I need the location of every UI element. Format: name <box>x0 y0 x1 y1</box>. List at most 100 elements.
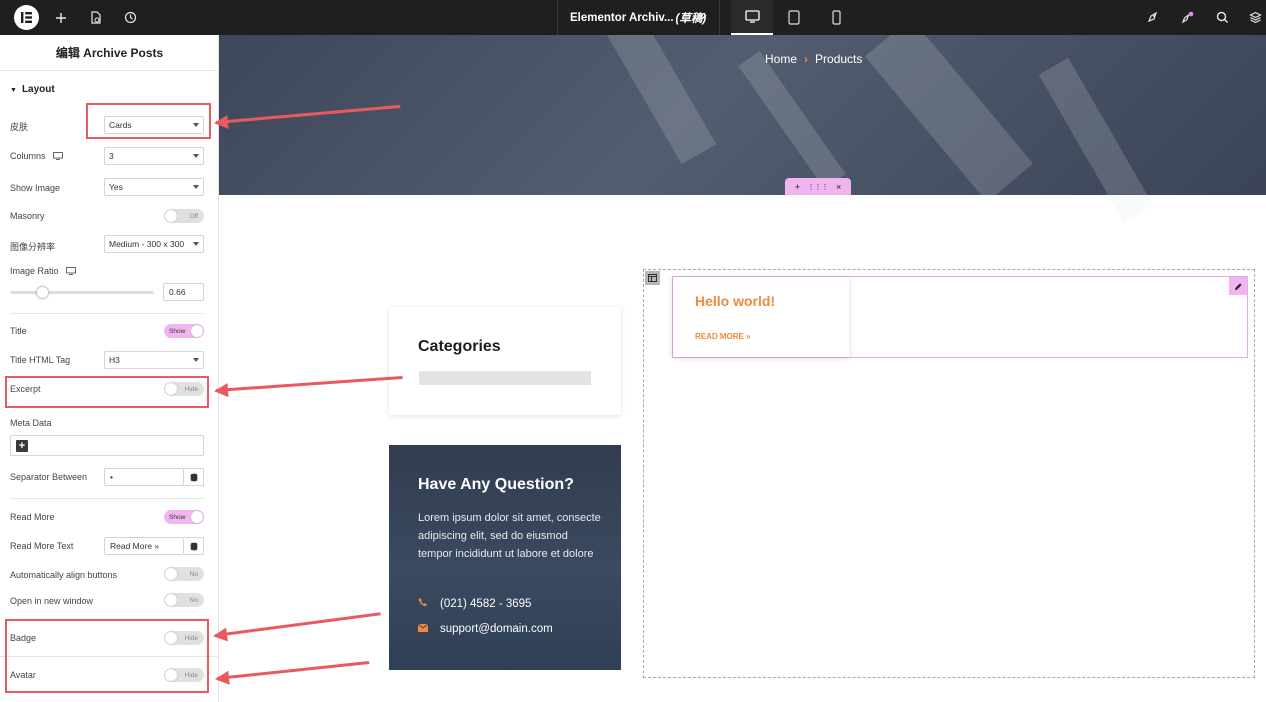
skin-label: 皮肤 <box>10 122 29 132</box>
hero-decoration <box>1038 57 1154 223</box>
breadcrumb-home[interactable]: Home <box>765 52 797 66</box>
divider <box>10 498 204 499</box>
image-resolution-select[interactable]: Medium - 300 x 300 <box>104 235 204 253</box>
masonry-state: Off <box>189 212 198 220</box>
image-ratio-input[interactable]: 0.66 <box>163 283 204 301</box>
top-bar: Elementor Archiv... (草稿) <box>0 0 1266 35</box>
post-card[interactable]: Hello world! READ MORE » <box>673 277 849 357</box>
caret-down-icon <box>193 242 199 246</box>
chevron-down-icon <box>698 12 707 24</box>
read-more-toggle[interactable]: Show <box>164 510 204 524</box>
column-handle-icon[interactable] <box>645 271 660 285</box>
columns-label-row: Columns <box>10 151 63 161</box>
masonry-label: Masonry <box>10 211 45 221</box>
show-image-value: Yes <box>109 182 123 192</box>
new-window-label: Open in new window <box>10 596 94 606</box>
divider <box>10 313 204 314</box>
post-title[interactable]: Hello world! <box>695 293 775 309</box>
meta-data-field[interactable]: + <box>10 435 204 456</box>
desktop-icon <box>65 267 76 275</box>
panel-title: 编辑 Archive Posts <box>0 35 219 71</box>
columns-value: 3 <box>109 151 114 161</box>
title-tag-label: Title HTML Tag <box>10 355 71 365</box>
skin-highlight-box <box>86 103 211 139</box>
new-window-state: No <box>189 596 198 604</box>
plus-icon[interactable] <box>50 0 72 35</box>
separator-label: Separator Between <box>10 472 88 482</box>
caret-down-icon: ▼ <box>10 87 17 94</box>
post-read-more-link[interactable]: READ MORE » <box>695 332 751 341</box>
title-toggle[interactable]: Show <box>164 324 204 338</box>
title-state: Show <box>169 327 186 335</box>
read-more-text-input[interactable]: Read More » <box>104 537 184 555</box>
hero-decoration <box>864 35 1034 203</box>
contact-email[interactable]: support@domain.com <box>417 623 553 635</box>
toggle-knob <box>191 511 203 523</box>
question-title: Have Any Question? <box>418 476 574 493</box>
columns-label: Columns <box>10 151 46 161</box>
masonry-toggle[interactable]: Off <box>164 209 204 223</box>
categories-placeholder <box>419 371 591 385</box>
hero-section[interactable]: Home › Products + ⋮⋮⋮ × <box>219 35 1266 223</box>
columns-select[interactable]: 3 <box>104 147 204 165</box>
badge-avatar-highlight-box <box>5 619 209 693</box>
auto-align-toggle[interactable]: No <box>164 567 204 581</box>
image-ratio-label: Image Ratio <box>10 266 59 276</box>
email-address: support@domain.com <box>440 623 553 635</box>
layout-section-label: Layout <box>21 84 55 95</box>
caret-down-icon <box>193 358 199 362</box>
hero-decoration <box>738 51 846 189</box>
section-handle: + ⋮⋮⋮ × <box>785 178 851 195</box>
image-resolution-label: 图像分辨率 <box>10 242 56 252</box>
show-image-label: Show Image <box>10 183 61 193</box>
question-widget[interactable]: Have Any Question? Lorem ipsum dolor sit… <box>389 445 621 670</box>
desktop-icon[interactable] <box>731 0 773 35</box>
tablet-icon[interactable] <box>773 0 815 35</box>
categories-widget[interactable]: Categories <box>389 307 621 415</box>
toggle-knob <box>165 594 177 606</box>
title-label: Title <box>10 326 27 336</box>
structure-icon[interactable] <box>84 0 106 35</box>
image-ratio-slider[interactable] <box>10 286 154 299</box>
layers-icon[interactable] <box>1244 0 1266 35</box>
drag-section-handle[interactable]: ⋮⋮⋮ <box>807 183 828 191</box>
history-icon[interactable] <box>119 0 141 35</box>
caret-down-icon <box>193 154 199 158</box>
title-tag-select[interactable]: H3 <box>104 351 204 369</box>
new-window-toggle[interactable]: No <box>164 593 204 607</box>
separator-input[interactable]: • <box>104 468 184 486</box>
breadcrumb: Home › Products <box>765 52 862 66</box>
hero-decoration <box>601 35 717 165</box>
document-title: Elementor Archiv... <box>570 11 674 24</box>
read-more-text-label: Read More Text <box>10 541 74 551</box>
toggle-knob <box>165 568 177 580</box>
document-title-dropdown[interactable]: Elementor Archiv... (草稿) <box>557 0 720 35</box>
desktop-icon <box>52 152 63 160</box>
phone-number: (021) 4582 - 3695 <box>440 597 532 610</box>
envelope-icon <box>417 623 429 635</box>
notifications-icon[interactable] <box>1176 0 1198 35</box>
layout-section-toggle[interactable]: ▼ Layout <box>10 84 55 95</box>
title-tag-value: H3 <box>109 355 120 365</box>
add-section-button[interactable]: + <box>795 182 800 192</box>
toggle-knob <box>165 210 177 222</box>
auto-align-state: No <box>189 570 198 578</box>
elementor-logo-icon[interactable] <box>14 5 39 30</box>
image-ratio-label-row: Image Ratio <box>10 266 76 276</box>
contact-phone[interactable]: (021) 4582 - 3695 <box>418 597 531 610</box>
categories-title: Categories <box>418 338 501 355</box>
excerpt-highlight-box <box>5 376 209 408</box>
add-meta-button[interactable]: + <box>16 439 28 452</box>
image-resolution-value: Medium - 300 x 300 <box>109 239 185 249</box>
search-icon[interactable] <box>1211 0 1233 35</box>
mobile-icon[interactable] <box>815 0 857 35</box>
caret-down-icon <box>193 185 199 189</box>
delete-section-button[interactable]: × <box>836 182 841 192</box>
read-more-label: Read More <box>10 512 55 522</box>
dynamic-tags-icon[interactable] <box>184 537 204 555</box>
show-image-select[interactable]: Yes <box>104 178 204 196</box>
pencil-icon[interactable] <box>1229 277 1247 295</box>
dynamic-tags-icon[interactable] <box>184 468 204 486</box>
rocket-icon[interactable] <box>1141 0 1163 35</box>
slider-handle[interactable] <box>35 286 49 299</box>
